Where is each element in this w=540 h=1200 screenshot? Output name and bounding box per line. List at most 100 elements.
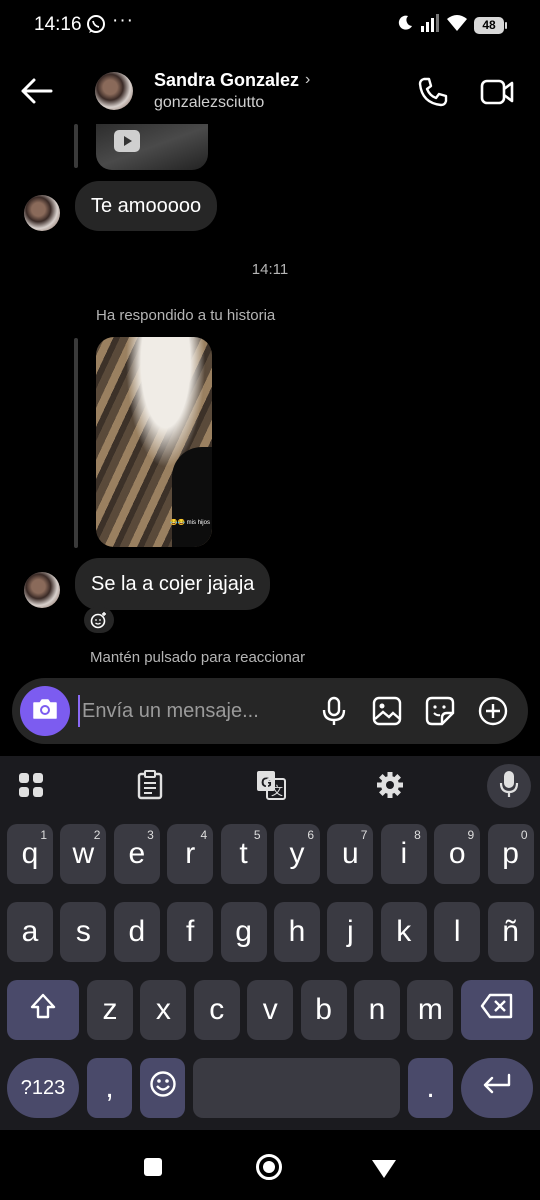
phone-icon[interactable] bbox=[417, 76, 449, 113]
symbols-key[interactable]: ?123 bbox=[7, 1058, 79, 1118]
key-label: t bbox=[239, 837, 248, 870]
period-key[interactable]: . bbox=[408, 1058, 453, 1118]
message-input[interactable] bbox=[78, 695, 308, 727]
shift-key[interactable] bbox=[7, 980, 79, 1040]
key-label: c bbox=[209, 993, 225, 1026]
contact-name[interactable]: Sandra Gonzalez bbox=[154, 70, 299, 91]
key-hint: 3 bbox=[147, 828, 154, 842]
key-l[interactable]: l bbox=[434, 902, 481, 962]
key-w[interactable]: w2 bbox=[60, 824, 107, 884]
backspace-key[interactable] bbox=[461, 980, 533, 1040]
chevron-right-icon[interactable]: › bbox=[305, 71, 310, 89]
sticker-icon[interactable] bbox=[425, 696, 455, 731]
keyboard: G文 q1w2e3r4t5y6u7i8o9p0 asdfghjklñ zxcvb… bbox=[0, 756, 540, 1130]
message-bubble[interactable]: Te amooooo bbox=[75, 181, 218, 231]
key-label: q bbox=[21, 837, 39, 870]
voice-input-button[interactable] bbox=[487, 764, 531, 808]
emoji-add-icon[interactable] bbox=[84, 607, 114, 633]
timestamp: 14:11 bbox=[251, 261, 289, 278]
key-c[interactable]: c bbox=[193, 980, 240, 1040]
key-ñ[interactable]: ñ bbox=[487, 902, 534, 962]
key-x[interactable]: x bbox=[140, 980, 187, 1040]
key-label: k bbox=[396, 915, 412, 948]
camera-button[interactable] bbox=[20, 686, 70, 736]
backspace-icon bbox=[480, 993, 514, 1027]
image-icon[interactable] bbox=[372, 696, 402, 731]
back-arrow-icon[interactable] bbox=[20, 76, 54, 106]
key-r[interactable]: r4 bbox=[167, 824, 214, 884]
key-e[interactable]: e3 bbox=[113, 824, 160, 884]
message-composer bbox=[12, 678, 528, 744]
key-h[interactable]: h bbox=[274, 902, 320, 962]
key-label: m bbox=[417, 993, 443, 1026]
key-q[interactable]: q1 bbox=[7, 824, 53, 884]
avatar[interactable] bbox=[24, 195, 60, 231]
plus-circle-icon[interactable] bbox=[478, 696, 508, 731]
key-hint: 9 bbox=[467, 828, 475, 842]
video-icon[interactable] bbox=[480, 78, 514, 111]
enter-key[interactable] bbox=[461, 1058, 533, 1118]
key-label: e bbox=[128, 837, 146, 870]
key-a[interactable]: a bbox=[7, 902, 53, 962]
key-s[interactable]: s bbox=[60, 902, 107, 962]
reaction-hint: Mantén pulsado para reaccionar bbox=[90, 649, 306, 666]
key-d[interactable]: d bbox=[113, 902, 160, 962]
story-image[interactable]: 😂😂 mis hijos bbox=[96, 337, 212, 547]
battery-indicator: 48 bbox=[474, 17, 507, 34]
key-label: b bbox=[315, 993, 332, 1026]
message-bubble[interactable]: Se la a cojer jajaja bbox=[75, 558, 271, 610]
recents-button[interactable] bbox=[144, 1158, 162, 1176]
key-z[interactable]: z bbox=[87, 980, 133, 1040]
key-hint: 5 bbox=[253, 828, 261, 842]
key-label: x bbox=[155, 993, 171, 1026]
key-j[interactable]: j bbox=[327, 902, 374, 962]
whatsapp-icon bbox=[86, 14, 106, 39]
story-reply-note: Ha respondido a tu historia bbox=[96, 307, 276, 324]
key-label: l bbox=[453, 915, 461, 948]
key-n[interactable]: n bbox=[354, 980, 400, 1040]
play-icon bbox=[114, 130, 140, 152]
key-i[interactable]: i8 bbox=[380, 824, 427, 884]
emoji-key[interactable] bbox=[140, 1058, 185, 1118]
gear-icon[interactable] bbox=[376, 771, 404, 804]
avatar[interactable] bbox=[95, 72, 133, 110]
space-key[interactable] bbox=[193, 1058, 400, 1118]
translate-icon[interactable]: G文 bbox=[256, 770, 286, 805]
key-label: s bbox=[75, 915, 91, 948]
story-preview-previous[interactable] bbox=[96, 124, 208, 170]
clipboard-icon[interactable] bbox=[137, 770, 163, 805]
key-u[interactable]: u7 bbox=[327, 824, 374, 884]
key-label: o bbox=[448, 837, 466, 870]
message-text: Te amooooo bbox=[91, 194, 202, 217]
apps-grid-icon[interactable] bbox=[18, 772, 44, 803]
key-hint: 8 bbox=[414, 828, 421, 842]
key-hint: 0 bbox=[520, 828, 528, 842]
home-button[interactable] bbox=[256, 1154, 282, 1180]
status-bar: 14:16 ··· 48 bbox=[0, 0, 540, 50]
key-y[interactable]: y6 bbox=[274, 824, 320, 884]
emoji-icon bbox=[149, 1070, 177, 1106]
key-label: j bbox=[347, 915, 354, 948]
contact-username[interactable]: gonzalezsciutto bbox=[154, 94, 264, 112]
wifi-icon bbox=[446, 14, 468, 37]
key-label: i bbox=[400, 837, 408, 870]
key-o[interactable]: o9 bbox=[434, 824, 481, 884]
thread-line bbox=[74, 124, 78, 168]
key-t[interactable]: t5 bbox=[220, 824, 267, 884]
key-v[interactable]: v bbox=[247, 980, 294, 1040]
back-button[interactable] bbox=[372, 1160, 396, 1178]
comma-key[interactable]: , bbox=[87, 1058, 132, 1118]
mic-icon[interactable] bbox=[320, 696, 348, 731]
key-label: w bbox=[72, 837, 95, 870]
key-label: a bbox=[21, 915, 39, 948]
key-p[interactable]: p0 bbox=[487, 824, 534, 884]
shift-icon bbox=[29, 992, 57, 1028]
key-b[interactable]: b bbox=[300, 980, 347, 1040]
key-k[interactable]: k bbox=[380, 902, 427, 962]
avatar[interactable] bbox=[24, 572, 60, 608]
key-f[interactable]: f bbox=[167, 902, 214, 962]
key-label: r bbox=[185, 837, 196, 870]
key-g[interactable]: g bbox=[220, 902, 267, 962]
key-m[interactable]: m bbox=[407, 980, 454, 1040]
signal-icon bbox=[420, 14, 440, 37]
